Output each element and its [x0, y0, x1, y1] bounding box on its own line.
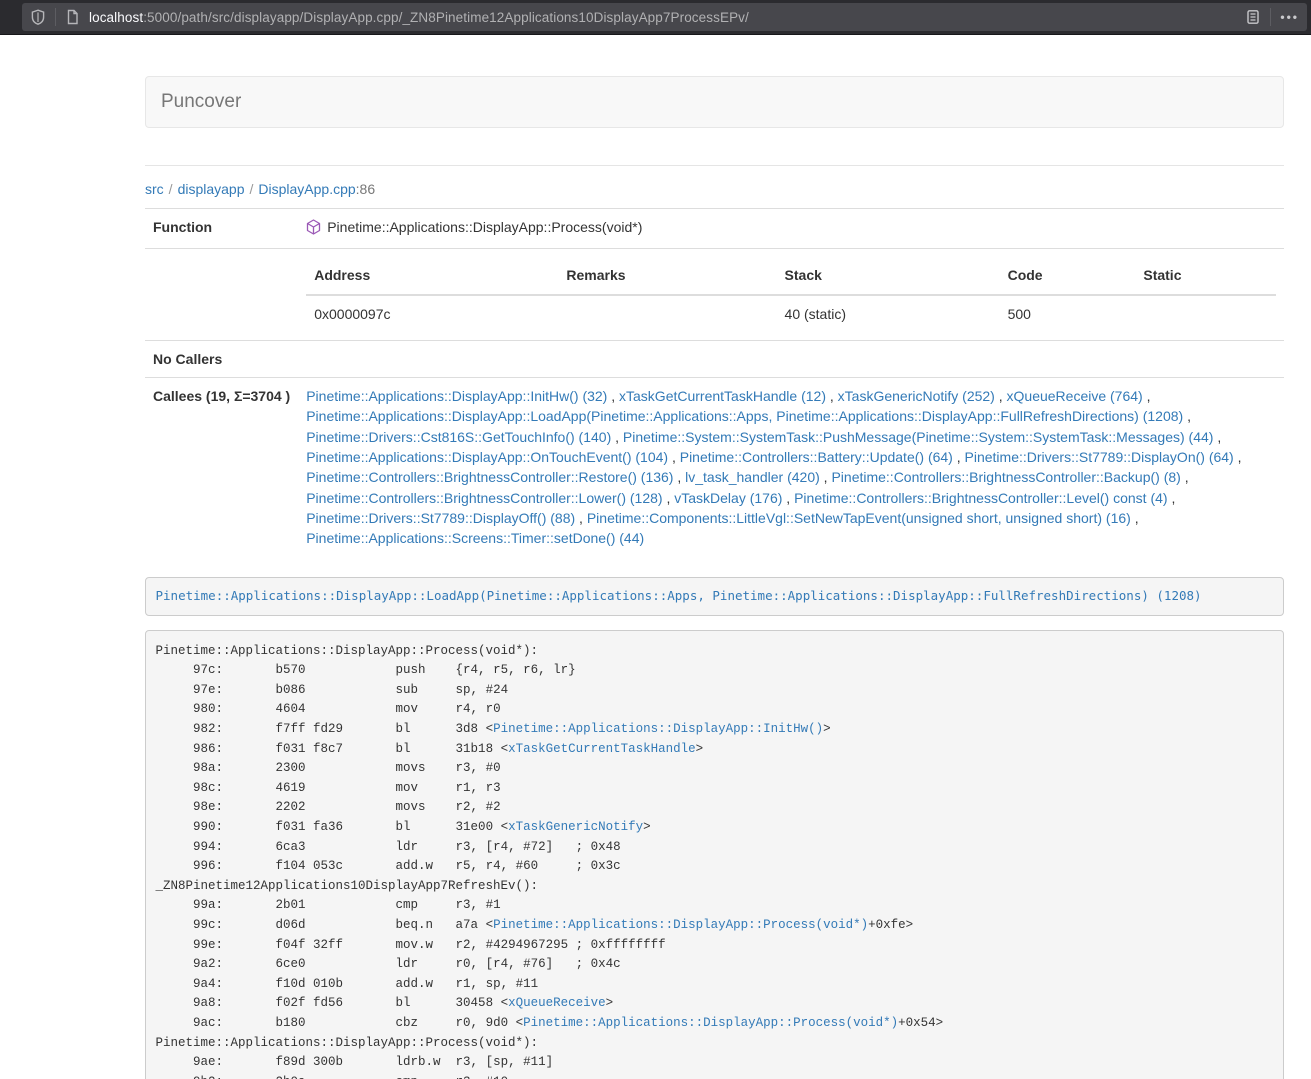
stats-row-spacer — [145, 249, 298, 341]
stack-value: 40 (static) — [777, 295, 1000, 332]
static-value — [1135, 295, 1276, 332]
url-path: :5000/path/src/displayapp/DisplayApp.cpp… — [143, 10, 749, 25]
breadcrumb-separator: / — [169, 181, 173, 197]
stats-row: Address Remarks Stack Code Static 0x0000… — [145, 249, 1284, 341]
callee-link[interactable]: Pinetime::Controllers::Battery::Update()… — [680, 449, 953, 465]
code-symbol-link[interactable]: Pinetime::Applications::DisplayApp::Proc… — [493, 918, 868, 932]
remarks-value — [558, 295, 776, 332]
cube-icon — [306, 219, 321, 240]
toolbar-separator — [1270, 8, 1271, 26]
callee-link[interactable]: Pinetime::Applications::Screens::Timer::… — [306, 530, 644, 546]
breadcrumb-separator: / — [250, 181, 254, 197]
shield-icon[interactable] — [30, 9, 46, 25]
stats-value-row: 0x0000097c 40 (static) 500 — [306, 295, 1276, 332]
address-bar[interactable]: localhost:5000/path/src/displayapp/Displ… — [22, 3, 1307, 31]
breadcrumb: src/displayapp/DisplayApp.cpp:86 — [145, 166, 1284, 208]
callee-link[interactable]: Pinetime::Controllers::BrightnessControl… — [306, 469, 673, 485]
highlighted-symbol-link[interactable]: Pinetime::Applications::DisplayApp::Load… — [156, 588, 1202, 603]
disassembly-box: Pinetime::Applications::DisplayApp::Proc… — [145, 630, 1284, 1079]
code-symbol-link[interactable]: xTaskGenericNotify — [508, 820, 643, 834]
stats-table: Address Remarks Stack Code Static 0x0000… — [306, 257, 1276, 332]
col-stack: Stack — [777, 257, 1000, 294]
code-symbol-link[interactable]: Pinetime::Applications::DisplayApp::Proc… — [523, 1016, 898, 1030]
callees-label: Callees (19, Σ=3704 ) — [145, 378, 298, 557]
callee-link[interactable]: Pinetime::Drivers::Cst816S::GetTouchInfo… — [306, 429, 611, 445]
function-table: Function Pinetime::Applications::Display… — [145, 208, 1284, 557]
callee-link[interactable]: vTaskDelay (176) — [674, 490, 782, 506]
breadcrumb-link[interactable]: DisplayApp.cpp — [258, 181, 355, 197]
callee-link[interactable]: Pinetime::Drivers::St7789::DisplayOff() … — [306, 510, 575, 526]
callee-link[interactable]: Pinetime::Controllers::BrightnessControl… — [794, 490, 1167, 506]
url-host: localhost — [89, 10, 143, 25]
breadcrumb-line-number: :86 — [356, 181, 375, 197]
url-text[interactable]: localhost:5000/path/src/displayapp/Displ… — [89, 10, 1237, 25]
address-value: 0x0000097c — [306, 295, 558, 332]
function-name-cell: Pinetime::Applications::DisplayApp::Proc… — [298, 209, 1284, 249]
stats-header-row: Address Remarks Stack Code Static — [306, 257, 1276, 294]
callee-link[interactable]: Pinetime::Applications::DisplayApp::Load… — [306, 408, 1183, 424]
code-symbol-link[interactable]: xQueueReceive — [508, 996, 606, 1010]
callee-link[interactable]: Pinetime::System::SystemTask::PushMessag… — [623, 429, 1214, 445]
no-callers-cell — [298, 340, 1284, 377]
callee-link[interactable]: Pinetime::Controllers::BrightnessControl… — [306, 490, 662, 506]
callee-link[interactable]: Pinetime::Drivers::St7789::DisplayOn() (… — [965, 449, 1234, 465]
reader-view-icon[interactable] — [1245, 9, 1261, 25]
callees-row: Callees (19, Σ=3704 ) Pinetime::Applicat… — [145, 378, 1284, 557]
browser-toolbar: localhost:5000/path/src/displayapp/Displ… — [0, 0, 1311, 35]
function-label: Function — [145, 209, 298, 249]
toolbar-separator — [55, 8, 56, 26]
callee-link[interactable]: Pinetime::Applications::DisplayApp::Init… — [306, 388, 607, 404]
col-remarks: Remarks — [558, 257, 776, 294]
code-symbol-link[interactable]: xTaskGetCurrentTaskHandle — [508, 742, 696, 756]
breadcrumb-link[interactable]: src — [145, 181, 164, 197]
callee-link[interactable]: xQueueReceive (764) — [1007, 388, 1143, 404]
callees-cell: Pinetime::Applications::DisplayApp::Init… — [298, 378, 1284, 557]
callee-link[interactable]: xTaskGenericNotify (252) — [838, 388, 995, 404]
callee-link[interactable]: xTaskGetCurrentTaskHandle (12) — [619, 388, 826, 404]
page-icon — [65, 9, 80, 25]
stats-cell: Address Remarks Stack Code Static 0x0000… — [298, 249, 1284, 341]
disassembly-code: Pinetime::Applications::DisplayApp::Proc… — [156, 644, 944, 1079]
callee-link[interactable]: Pinetime::Controllers::BrightnessControl… — [831, 469, 1180, 485]
function-name: Pinetime::Applications::DisplayApp::Proc… — [327, 219, 642, 235]
highlighted-symbol-box: Pinetime::Applications::DisplayApp::Load… — [145, 577, 1284, 617]
col-address: Address — [306, 257, 558, 294]
code-value: 500 — [1000, 295, 1136, 332]
col-code: Code — [1000, 257, 1136, 294]
no-callers-label: No Callers — [145, 340, 298, 377]
brand-link[interactable]: Puncover — [146, 91, 256, 113]
navbar: Puncover — [145, 76, 1284, 128]
page-content: Puncover src/displayapp/DisplayApp.cpp:8… — [145, 76, 1284, 1079]
callee-link[interactable]: Pinetime::Components::LittleVgl::SetNewT… — [587, 510, 1131, 526]
col-static: Static — [1135, 257, 1276, 294]
callee-link[interactable]: lv_task_handler (420) — [685, 469, 820, 485]
menu-icon[interactable]: ••• — [1280, 11, 1299, 23]
no-callers-row: No Callers — [145, 340, 1284, 377]
breadcrumb-link[interactable]: displayapp — [178, 181, 245, 197]
callee-link[interactable]: Pinetime::Applications::DisplayApp::OnTo… — [306, 449, 668, 465]
code-symbol-link[interactable]: Pinetime::Applications::DisplayApp::Init… — [493, 722, 823, 736]
function-row: Function Pinetime::Applications::Display… — [145, 209, 1284, 249]
